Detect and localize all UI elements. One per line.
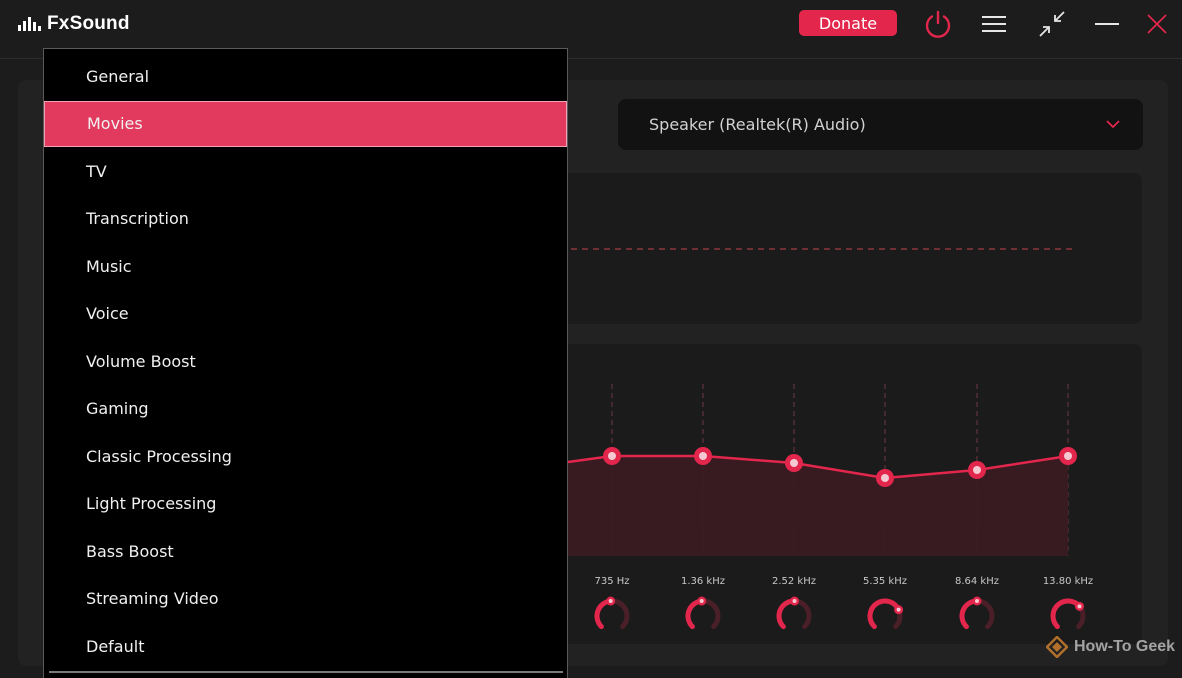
eq-band-frequency-label: 8.64 kHz — [954, 576, 999, 587]
knob-dial-icon — [776, 596, 812, 630]
knob-dial-icon — [685, 596, 721, 630]
preset-item[interactable]: Movies — [44, 100, 567, 147]
preset-item[interactable]: Gaming — [44, 386, 567, 432]
preset-item[interactable]: Music — [44, 243, 567, 289]
knob-dial-icon — [867, 598, 904, 630]
preset-item[interactable]: General — [44, 53, 567, 99]
eq-curve-fill — [568, 456, 1068, 556]
eq-band-knob[interactable] — [682, 595, 724, 637]
knob-dial-icon — [959, 596, 995, 630]
eq-band-knob[interactable] — [956, 595, 998, 637]
preset-item[interactable]: Light Processing — [44, 481, 567, 527]
knob-dial-icon — [594, 596, 630, 630]
eq-band-frequency-label: 1.36 kHz — [680, 576, 725, 587]
eq-band-knob[interactable] — [1047, 595, 1089, 637]
preset-item[interactable]: Streaming Video — [44, 576, 567, 622]
eq-band-frequency-label: 735 Hz — [594, 576, 630, 587]
watermark-text: How-To Geek — [1074, 638, 1176, 655]
menu-divider — [49, 671, 563, 673]
eq-band-knob[interactable] — [773, 595, 815, 637]
preset-item[interactable]: Volume Boost — [44, 338, 567, 384]
preset-item[interactable]: Bass Boost — [44, 528, 567, 574]
how-to-geek-logo-icon — [1046, 636, 1068, 658]
knob-dial-icon — [1050, 598, 1086, 630]
preset-item[interactable]: Classic Processing — [44, 433, 567, 479]
eq-band-frequency-label: 5.35 kHz — [862, 576, 907, 587]
eq-band-handle[interactable] — [968, 461, 986, 479]
preset-item[interactable]: Transcription — [44, 196, 567, 242]
eq-band-knob[interactable] — [591, 595, 633, 637]
preset-item[interactable]: Default — [44, 623, 567, 669]
eq-band-knob[interactable] — [864, 595, 906, 637]
eq-band-handle[interactable] — [876, 469, 894, 487]
eq-band-handle[interactable] — [1059, 447, 1077, 465]
eq-band-frequency-label: 13.80 kHz — [1042, 576, 1094, 587]
watermark: How-To Geek — [1046, 636, 1175, 658]
eq-band-handle[interactable] — [694, 447, 712, 465]
eq-band-handle[interactable] — [785, 454, 803, 472]
preset-dropdown: General Movies TV Transcription Music Voice Vo… — [43, 48, 568, 678]
preset-item[interactable]: Voice — [44, 291, 567, 337]
eq-band-handle[interactable] — [603, 447, 621, 465]
preset-item[interactable]: TV — [44, 148, 567, 194]
eq-band-frequency-label: 2.52 kHz — [771, 576, 816, 587]
